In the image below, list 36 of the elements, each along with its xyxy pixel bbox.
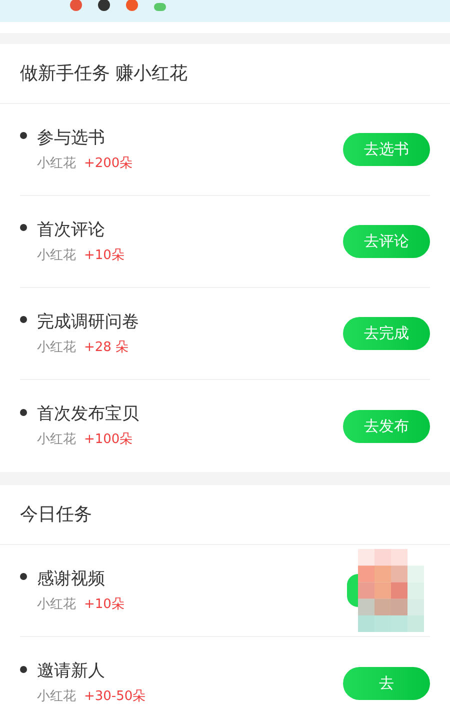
app-icon bbox=[154, 3, 166, 11]
task-button[interactable]: 去评论 bbox=[343, 225, 430, 258]
task-button[interactable] bbox=[347, 574, 358, 607]
reward-amount: +10朵 bbox=[84, 246, 124, 264]
reward-amount: +28 朵 bbox=[84, 338, 129, 356]
task-button[interactable]: 去发布 bbox=[343, 410, 430, 442]
section-title: 做新手任务 赚小红花 bbox=[20, 62, 188, 86]
bullet-icon bbox=[20, 408, 27, 416]
reward-label: 小红花 bbox=[37, 246, 76, 264]
reward-label: 小红花 bbox=[37, 338, 76, 356]
bullet-icon bbox=[20, 132, 27, 139]
reward-amount: +200朵 bbox=[84, 154, 133, 172]
reward-label: 小红花 bbox=[37, 596, 76, 614]
task-button[interactable]: 去选书 bbox=[343, 133, 430, 166]
task-title: 参与选书 bbox=[37, 126, 106, 148]
task-title: 邀请新人 bbox=[37, 660, 106, 682]
reward-amount: +30-50朵 bbox=[84, 688, 146, 706]
bullet-icon bbox=[20, 573, 27, 580]
section-title: 今日任务 bbox=[20, 503, 92, 527]
reward-amount: +10朵 bbox=[84, 596, 124, 614]
app-icon bbox=[126, 0, 138, 11]
task-title: 首次评论 bbox=[37, 218, 106, 240]
task-button[interactable]: 去 bbox=[343, 666, 430, 700]
reward-label: 小红花 bbox=[37, 688, 76, 706]
bullet-icon bbox=[20, 316, 27, 323]
task-title: 首次发布宝贝 bbox=[37, 403, 140, 425]
task-title: 完成调研问卷 bbox=[37, 310, 140, 332]
reward-label: 小红花 bbox=[37, 431, 76, 449]
app-icon bbox=[70, 0, 82, 11]
task-title: 感谢视频 bbox=[37, 568, 106, 590]
app-icon bbox=[98, 0, 110, 11]
bullet-icon bbox=[20, 224, 27, 231]
bullet-icon bbox=[20, 666, 27, 672]
reward-amount: +100朵 bbox=[84, 431, 133, 449]
task-button[interactable]: 去完成 bbox=[343, 317, 430, 350]
reward-label: 小红花 bbox=[37, 154, 76, 172]
